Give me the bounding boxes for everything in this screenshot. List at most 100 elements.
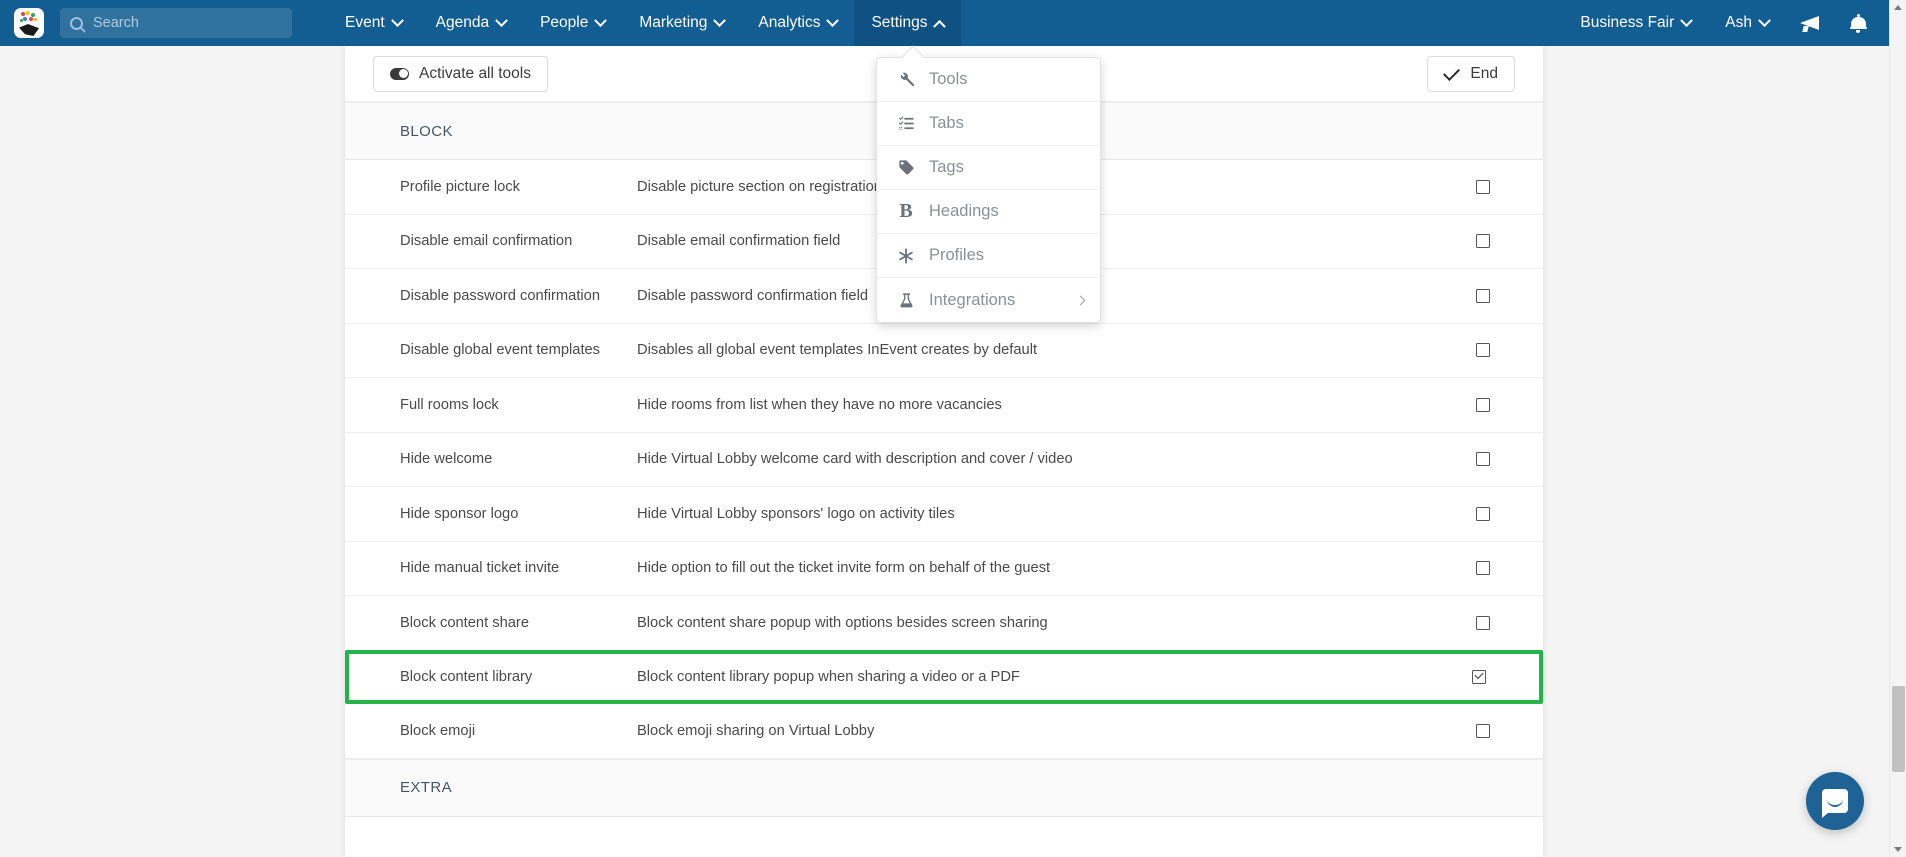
navbar-right: Business Fair Ash xyxy=(1563,0,1906,46)
scrollbar-thumb[interactable] xyxy=(1892,686,1905,772)
nav-item-agenda[interactable]: Agenda xyxy=(419,0,523,46)
menu-item-tags[interactable]: Tags xyxy=(877,146,1100,190)
menu-item-label: Integrations xyxy=(929,290,1016,309)
event-selector[interactable]: Business Fair xyxy=(1563,0,1708,46)
menu-item-label: Profiles xyxy=(929,246,985,264)
table-row[interactable]: Disable global event templates Disables … xyxy=(345,323,1543,378)
row-checkbox-cell xyxy=(1423,615,1543,630)
row-name: Block content library xyxy=(400,668,533,685)
flask-icon xyxy=(893,292,919,309)
row-checkbox[interactable] xyxy=(1476,234,1490,249)
table-row[interactable]: Hide sponsor logo Hide Virtual Lobby spo… xyxy=(345,487,1543,542)
row-description: Hide option to fill out the ticket invit… xyxy=(637,560,1051,577)
row-name: Block content share xyxy=(400,614,529,631)
menu-item-integrations[interactable]: Integrations xyxy=(877,278,1100,322)
activate-all-tools-button[interactable]: Activate all tools xyxy=(373,55,548,92)
row-name: Disable global event templates xyxy=(400,342,601,359)
check-icon xyxy=(1443,63,1461,81)
row-name: Full rooms lock xyxy=(400,396,499,413)
announcements-button[interactable] xyxy=(1786,0,1834,46)
row-checkbox[interactable] xyxy=(1472,669,1486,684)
logo-shape xyxy=(19,24,39,36)
row-checkbox[interactable] xyxy=(1476,397,1490,412)
user-menu[interactable]: Ash xyxy=(1708,0,1786,46)
menu-item-headings[interactable]: B Headings xyxy=(877,190,1100,234)
bell-icon xyxy=(1849,13,1867,33)
row-name: Block emoji xyxy=(400,722,476,739)
event-selector-label: Business Fair xyxy=(1580,14,1675,31)
menu-item-tools[interactable]: Tools xyxy=(877,58,1100,102)
table-row[interactable]: Full rooms lock Hide rooms from list whe… xyxy=(345,378,1543,433)
row-checkbox-cell xyxy=(1423,234,1543,249)
end-button[interactable]: End xyxy=(1427,55,1515,92)
row-checkbox[interactable] xyxy=(1476,343,1490,358)
nav-item-people[interactable]: People xyxy=(523,0,622,46)
nav-item-analytics[interactable]: Analytics xyxy=(741,0,854,46)
nav-item-event[interactable]: Event xyxy=(328,0,419,46)
row-checkbox[interactable] xyxy=(1476,452,1490,467)
scroll-down-arrow-icon[interactable] xyxy=(1894,847,1902,852)
chevron-right-icon xyxy=(1075,295,1086,305)
row-checkbox[interactable] xyxy=(1476,615,1490,630)
section-header-extra: EXTRA xyxy=(345,758,1543,817)
end-button-label: End xyxy=(1470,64,1498,82)
settings-dropdown-menu: Tools Tabs Tags B Headings Profiles Inte… xyxy=(876,45,1101,323)
section-title: EXTRA xyxy=(400,779,453,796)
menu-item-profiles[interactable]: Profiles xyxy=(877,234,1100,278)
nav-item-marketing[interactable]: Marketing xyxy=(622,0,741,46)
menu-item-tabs[interactable]: Tabs xyxy=(877,102,1100,146)
nav-item-label: Analytics xyxy=(758,14,821,31)
table-row[interactable]: Block emoji Block emoji sharing on Virtu… xyxy=(345,704,1543,759)
nav-item-label: Settings xyxy=(871,14,928,31)
table-row-selected[interactable]: Block content library Block content libr… xyxy=(345,649,1543,704)
toggle-icon xyxy=(390,67,409,80)
row-name: Hide welcome xyxy=(400,451,493,468)
table-row[interactable]: Hide welcome Hide Virtual Lobby welcome … xyxy=(345,432,1543,487)
bold-b-icon: B xyxy=(899,200,913,222)
menu-item-label: Tags xyxy=(929,158,964,176)
top-navbar: Event Agenda People Marketing Analytics … xyxy=(0,0,1906,46)
search-icon xyxy=(70,16,83,30)
row-checkbox-cell xyxy=(1423,179,1543,194)
chevron-down-icon xyxy=(1758,13,1771,27)
logo-dot xyxy=(21,12,25,16)
search-input[interactable] xyxy=(93,15,273,31)
megaphone-icon xyxy=(1799,15,1821,32)
row-description: Block content share popup with options b… xyxy=(637,614,1048,631)
row-checkbox[interactable] xyxy=(1476,288,1490,303)
inevent-logo[interactable] xyxy=(14,8,44,38)
row-description: Block emoji sharing on Virtual Lobby xyxy=(637,722,875,739)
row-checkbox-cell xyxy=(1423,561,1543,576)
row-checkbox-cell xyxy=(1423,723,1543,738)
notifications-button[interactable] xyxy=(1834,0,1882,46)
row-checkbox-cell xyxy=(1423,397,1543,412)
list-icon xyxy=(893,115,919,132)
row-checkbox[interactable] xyxy=(1476,506,1490,521)
chevron-down-icon xyxy=(713,13,727,27)
row-checkbox-cell xyxy=(1423,343,1543,358)
nav-item-settings[interactable]: Settings xyxy=(854,0,962,46)
nav-item-label: Agenda xyxy=(435,14,490,31)
nav-item-label: People xyxy=(540,14,589,31)
table-row[interactable]: Block content share Block content share … xyxy=(345,596,1543,651)
row-checkbox-cell xyxy=(1423,452,1543,467)
row-checkbox[interactable] xyxy=(1476,723,1490,738)
wrench-icon xyxy=(893,71,919,88)
row-checkbox[interactable] xyxy=(1476,561,1490,576)
user-menu-label: Ash xyxy=(1725,14,1752,31)
page-scrollbar[interactable] xyxy=(1889,0,1906,857)
table-row[interactable]: Hide manual ticket invite Hide option to… xyxy=(345,541,1543,596)
row-checkbox[interactable] xyxy=(1476,179,1490,194)
row-description: Disables all global event templates InEv… xyxy=(637,342,1038,359)
row-name: Profile picture lock xyxy=(400,178,520,195)
main-menu: Event Agenda People Marketing Analytics … xyxy=(328,0,962,46)
chevron-up-icon xyxy=(933,19,947,33)
activate-all-tools-label: Activate all tools xyxy=(419,64,531,82)
scroll-up-arrow-icon[interactable] xyxy=(1894,5,1902,10)
row-name: Hide sponsor logo xyxy=(400,505,519,522)
search-box[interactable] xyxy=(60,8,292,38)
nav-item-label: Event xyxy=(345,14,385,31)
row-name: Disable email confirmation xyxy=(400,233,573,250)
intercom-chat-launcher[interactable] xyxy=(1806,772,1864,830)
row-name: Disable password confirmation xyxy=(400,287,601,304)
